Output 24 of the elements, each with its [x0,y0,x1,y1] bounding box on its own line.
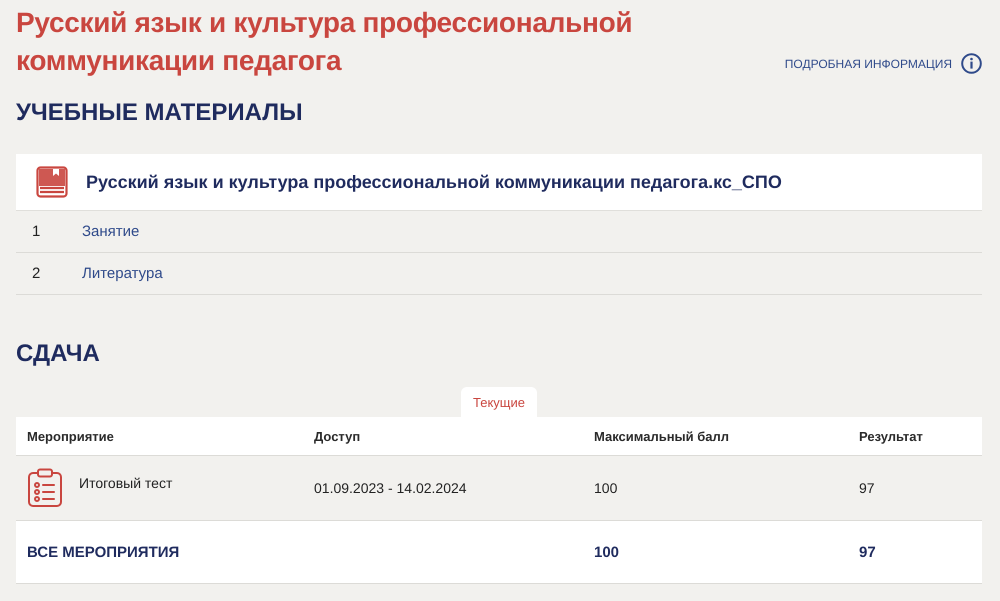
info-icon [961,53,982,74]
total-cell: 100 [594,544,620,560]
details-link[interactable]: ПОДРОБНАЯ ИНФОРМАЦИЯ [784,53,982,74]
row-number: 1 [31,223,42,240]
course-title: Русский язык и культура профессиональной коммуникации педагога [16,6,634,78]
row-number: 2 [31,265,42,282]
book-icon [36,166,68,198]
tab[interactable]: Текущие [461,387,537,417]
column-header: Мероприятие [27,428,114,444]
column-header: Результат [859,428,923,444]
section-heading: СДАЧА [16,339,100,369]
section-heading: УЧЕБНЫЕ МАТЕРИАЛЫ [16,98,303,128]
clipboard-list-icon [27,468,63,508]
column-header: Максимальный балл [594,428,730,444]
material-link[interactable]: Занятие [82,223,140,240]
resource-title: Русский язык и культура профессиональной коммуникации педагога.кс_СПО [86,172,782,192]
total-cell: 97 [859,544,876,560]
table-cell: Итоговый тест [79,475,172,491]
material-link[interactable]: Литература [82,265,163,282]
table-cell: 97 [859,480,875,496]
table-cell: 01.09.2023 - 14.02.2024 [314,480,467,496]
table-cell: 100 [594,480,618,496]
total-label: ВСЕ МЕРОПРИЯТИЯ [27,544,180,560]
column-header: Доступ [314,428,360,444]
